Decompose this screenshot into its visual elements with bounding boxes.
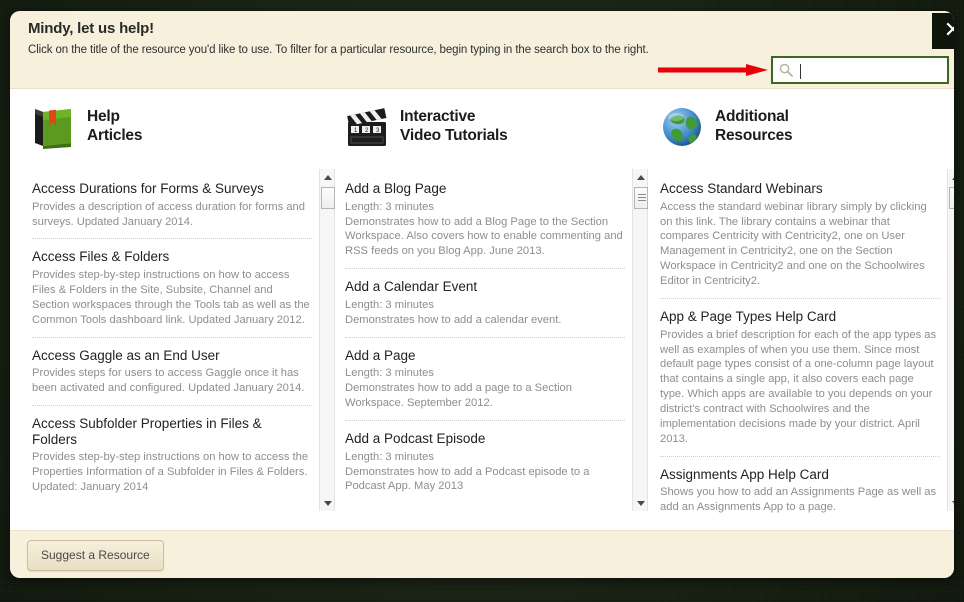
resource-title[interactable]: Access Files & Folders (32, 249, 310, 265)
scrollbar-video-tutorials[interactable] (632, 169, 648, 511)
column-title: Help Articles (87, 108, 142, 146)
modal-header: Mindy, let us help! Click on the title o… (10, 11, 954, 89)
column-title: Additional Resources (715, 108, 793, 146)
search-box[interactable] (771, 56, 949, 84)
resource-description: Demonstrates how to add a calendar event… (345, 313, 562, 326)
help-articles-list[interactable]: Access Durations for Forms & Surveys Pro… (32, 177, 312, 515)
resource-description: Provides a description of access duratio… (32, 200, 305, 228)
resource-description: Provides step-by-step instructions on ho… (32, 451, 309, 494)
resource-title[interactable]: Add a Page (345, 348, 623, 364)
resource-length: Length: 3 minutes (345, 450, 434, 463)
resource-description: Provides step-by-step instructions on ho… (32, 269, 310, 326)
resource-title[interactable]: Access Gaggle as an End User (32, 348, 310, 364)
resource-title[interactable]: Assignments App Help Card (660, 467, 938, 483)
column-video-tutorials: 1 2 3 Interactive Video Tutorials Add a … (335, 89, 650, 530)
column-title-line2: Articles (87, 127, 143, 144)
green-book-icon (32, 105, 74, 149)
modal-body: Help Articles Access Durations for Forms… (10, 89, 954, 530)
modal-footer: Suggest a Resource (10, 530, 954, 578)
resource-description: Shows you how to add an Assignments Page… (660, 486, 937, 514)
resource-length: Length: 3 minutes (345, 200, 434, 213)
red-arrow-annotation-icon (658, 64, 768, 76)
page-title: Mindy, let us help! (28, 20, 154, 37)
scrollbar-grip-icon (638, 194, 646, 203)
column-title: Interactive Video Tutorials (400, 108, 508, 146)
list-item[interactable]: Access Standard Webinars Access the stan… (660, 177, 940, 298)
resource-title[interactable]: Add a Blog Page (345, 181, 623, 197)
resource-description: Provides steps for users to access Gaggl… (32, 367, 305, 395)
list-item[interactable]: App & Page Types Help Card Provides a br… (660, 298, 940, 456)
resource-description: Provides a brief description for each of… (660, 328, 937, 445)
list-item[interactable]: Add a Blog Page Length: 3 minutes Demons… (345, 177, 625, 268)
resource-title[interactable]: Add a Calendar Event (345, 279, 623, 295)
scrollbar-thumb[interactable] (949, 187, 954, 209)
search-input[interactable] (798, 60, 944, 80)
list-item[interactable]: Access Files & Folders Provides step-by-… (32, 238, 312, 336)
list-item[interactable]: Add a Calendar Event Length: 3 minutes D… (345, 268, 625, 336)
resource-length: Length: 3 minutes (345, 298, 434, 311)
scrollbar-thumb[interactable] (634, 187, 648, 209)
column-header: Additional Resources (660, 97, 793, 157)
scroll-up-icon[interactable] (320, 169, 336, 185)
scrollbar-thumb[interactable] (321, 187, 335, 209)
scrollbar-additional-resources[interactable] (947, 169, 954, 511)
list-item[interactable]: Add a Page Length: 3 minutes Demonstrate… (345, 336, 625, 420)
column-title-line1: Interactive (400, 108, 476, 126)
resource-title[interactable]: Add a Podcast Episode (345, 431, 623, 447)
scroll-down-icon[interactable] (633, 495, 649, 511)
header-instructions: Click on the title of the resource you'd… (28, 44, 649, 56)
resource-title[interactable]: App & Page Types Help Card (660, 309, 938, 325)
suggest-a-resource-button[interactable]: Suggest a Resource (27, 540, 164, 571)
resource-description: Access the standard webinar library simp… (660, 200, 927, 288)
resource-title[interactable]: Access Durations for Forms & Surveys (32, 181, 310, 197)
column-title-line2: Video Tutorials (400, 127, 508, 144)
resource-description: Demonstrates how to add a page to a Sect… (345, 382, 573, 410)
column-header: 1 2 3 Interactive Video Tutorials (345, 97, 508, 157)
video-tutorials-list[interactable]: Add a Blog Page Length: 3 minutes Demons… (345, 177, 625, 515)
list-item[interactable]: Assignments App Help Card Shows you how … (660, 455, 940, 515)
resource-title[interactable]: Access Subfolder Properties in Files & F… (32, 416, 310, 447)
globe-icon (660, 105, 702, 149)
resource-description: Demonstrates how to add a Podcast episod… (345, 465, 590, 493)
close-icon[interactable]: ✕ (932, 13, 954, 49)
column-additional-resources: Additional Resources Access Standard Web… (650, 89, 954, 530)
scroll-up-icon[interactable] (633, 169, 649, 185)
column-help-articles: Help Articles Access Durations for Forms… (22, 89, 337, 530)
column-title-line1: Additional (715, 108, 789, 126)
list-item[interactable]: Add a Podcast Episode Length: 3 minutes … (345, 419, 625, 503)
resource-title[interactable]: Access Standard Webinars (660, 181, 938, 197)
column-title-line2: Resources (715, 127, 793, 144)
resource-description: Demonstrates how to add a Blog Page to t… (345, 215, 623, 258)
column-title-line1: Help (87, 108, 120, 126)
list-item[interactable]: Access Durations for Forms & Surveys Pro… (32, 177, 312, 238)
list-item[interactable]: Access Gaggle as an End User Provides st… (32, 336, 312, 405)
column-header: Help Articles (32, 97, 142, 157)
scroll-down-icon[interactable] (320, 495, 336, 511)
clapperboard-icon: 1 2 3 (345, 105, 387, 149)
scroll-up-icon[interactable] (948, 169, 954, 185)
additional-resources-list[interactable]: Access Standard Webinars Access the stan… (660, 177, 940, 515)
scrollbar-help-articles[interactable] (319, 169, 335, 511)
resource-length: Length: 3 minutes (345, 367, 434, 380)
search-icon (779, 63, 793, 77)
list-item[interactable]: Access Subfolder Properties in Files & F… (32, 405, 312, 504)
help-resources-modal: Mindy, let us help! Click on the title o… (10, 11, 954, 578)
scroll-down-icon[interactable] (948, 495, 954, 511)
